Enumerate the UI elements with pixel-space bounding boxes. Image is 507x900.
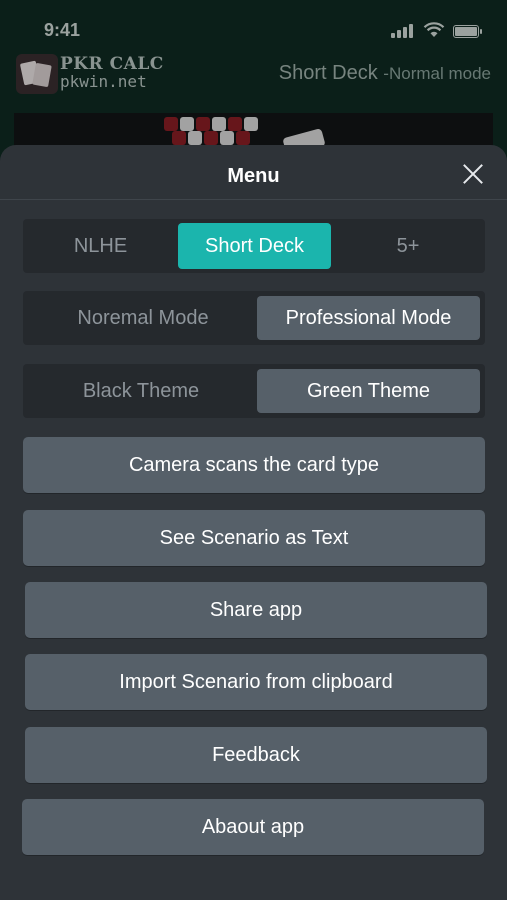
scenario-text-button[interactable]: See Scenario as Text xyxy=(23,510,485,566)
game-type-5-plus[interactable]: 5+ xyxy=(331,219,485,273)
menu-divider xyxy=(0,199,507,200)
close-icon[interactable] xyxy=(457,158,489,190)
game-type-nlhe[interactable]: NLHE xyxy=(23,219,178,273)
theme-green[interactable]: Green Theme xyxy=(257,369,480,413)
about-app-button[interactable]: Abaout app xyxy=(22,799,484,855)
theme-selector: Black Theme Green Theme xyxy=(23,364,485,418)
mode-normal[interactable]: Noremal Mode xyxy=(23,291,263,345)
menu-sheet: Menu NLHE Short Deck 5+ Noremal Mode Pro… xyxy=(0,145,507,900)
feedback-button[interactable]: Feedback xyxy=(25,727,487,783)
game-type-short-deck[interactable]: Short Deck xyxy=(178,223,331,269)
mode-professional[interactable]: Professional Mode xyxy=(257,296,480,340)
theme-black[interactable]: Black Theme xyxy=(23,364,259,418)
camera-scan-button[interactable]: Camera scans the card type xyxy=(23,437,485,493)
menu-title: Menu xyxy=(227,165,280,187)
game-type-selector: NLHE Short Deck 5+ xyxy=(23,219,485,273)
share-app-button[interactable]: Share app xyxy=(25,582,487,638)
import-scenario-button[interactable]: Import Scenario from clipboard xyxy=(25,654,487,710)
mode-selector: Noremal Mode Professional Mode xyxy=(23,291,485,345)
